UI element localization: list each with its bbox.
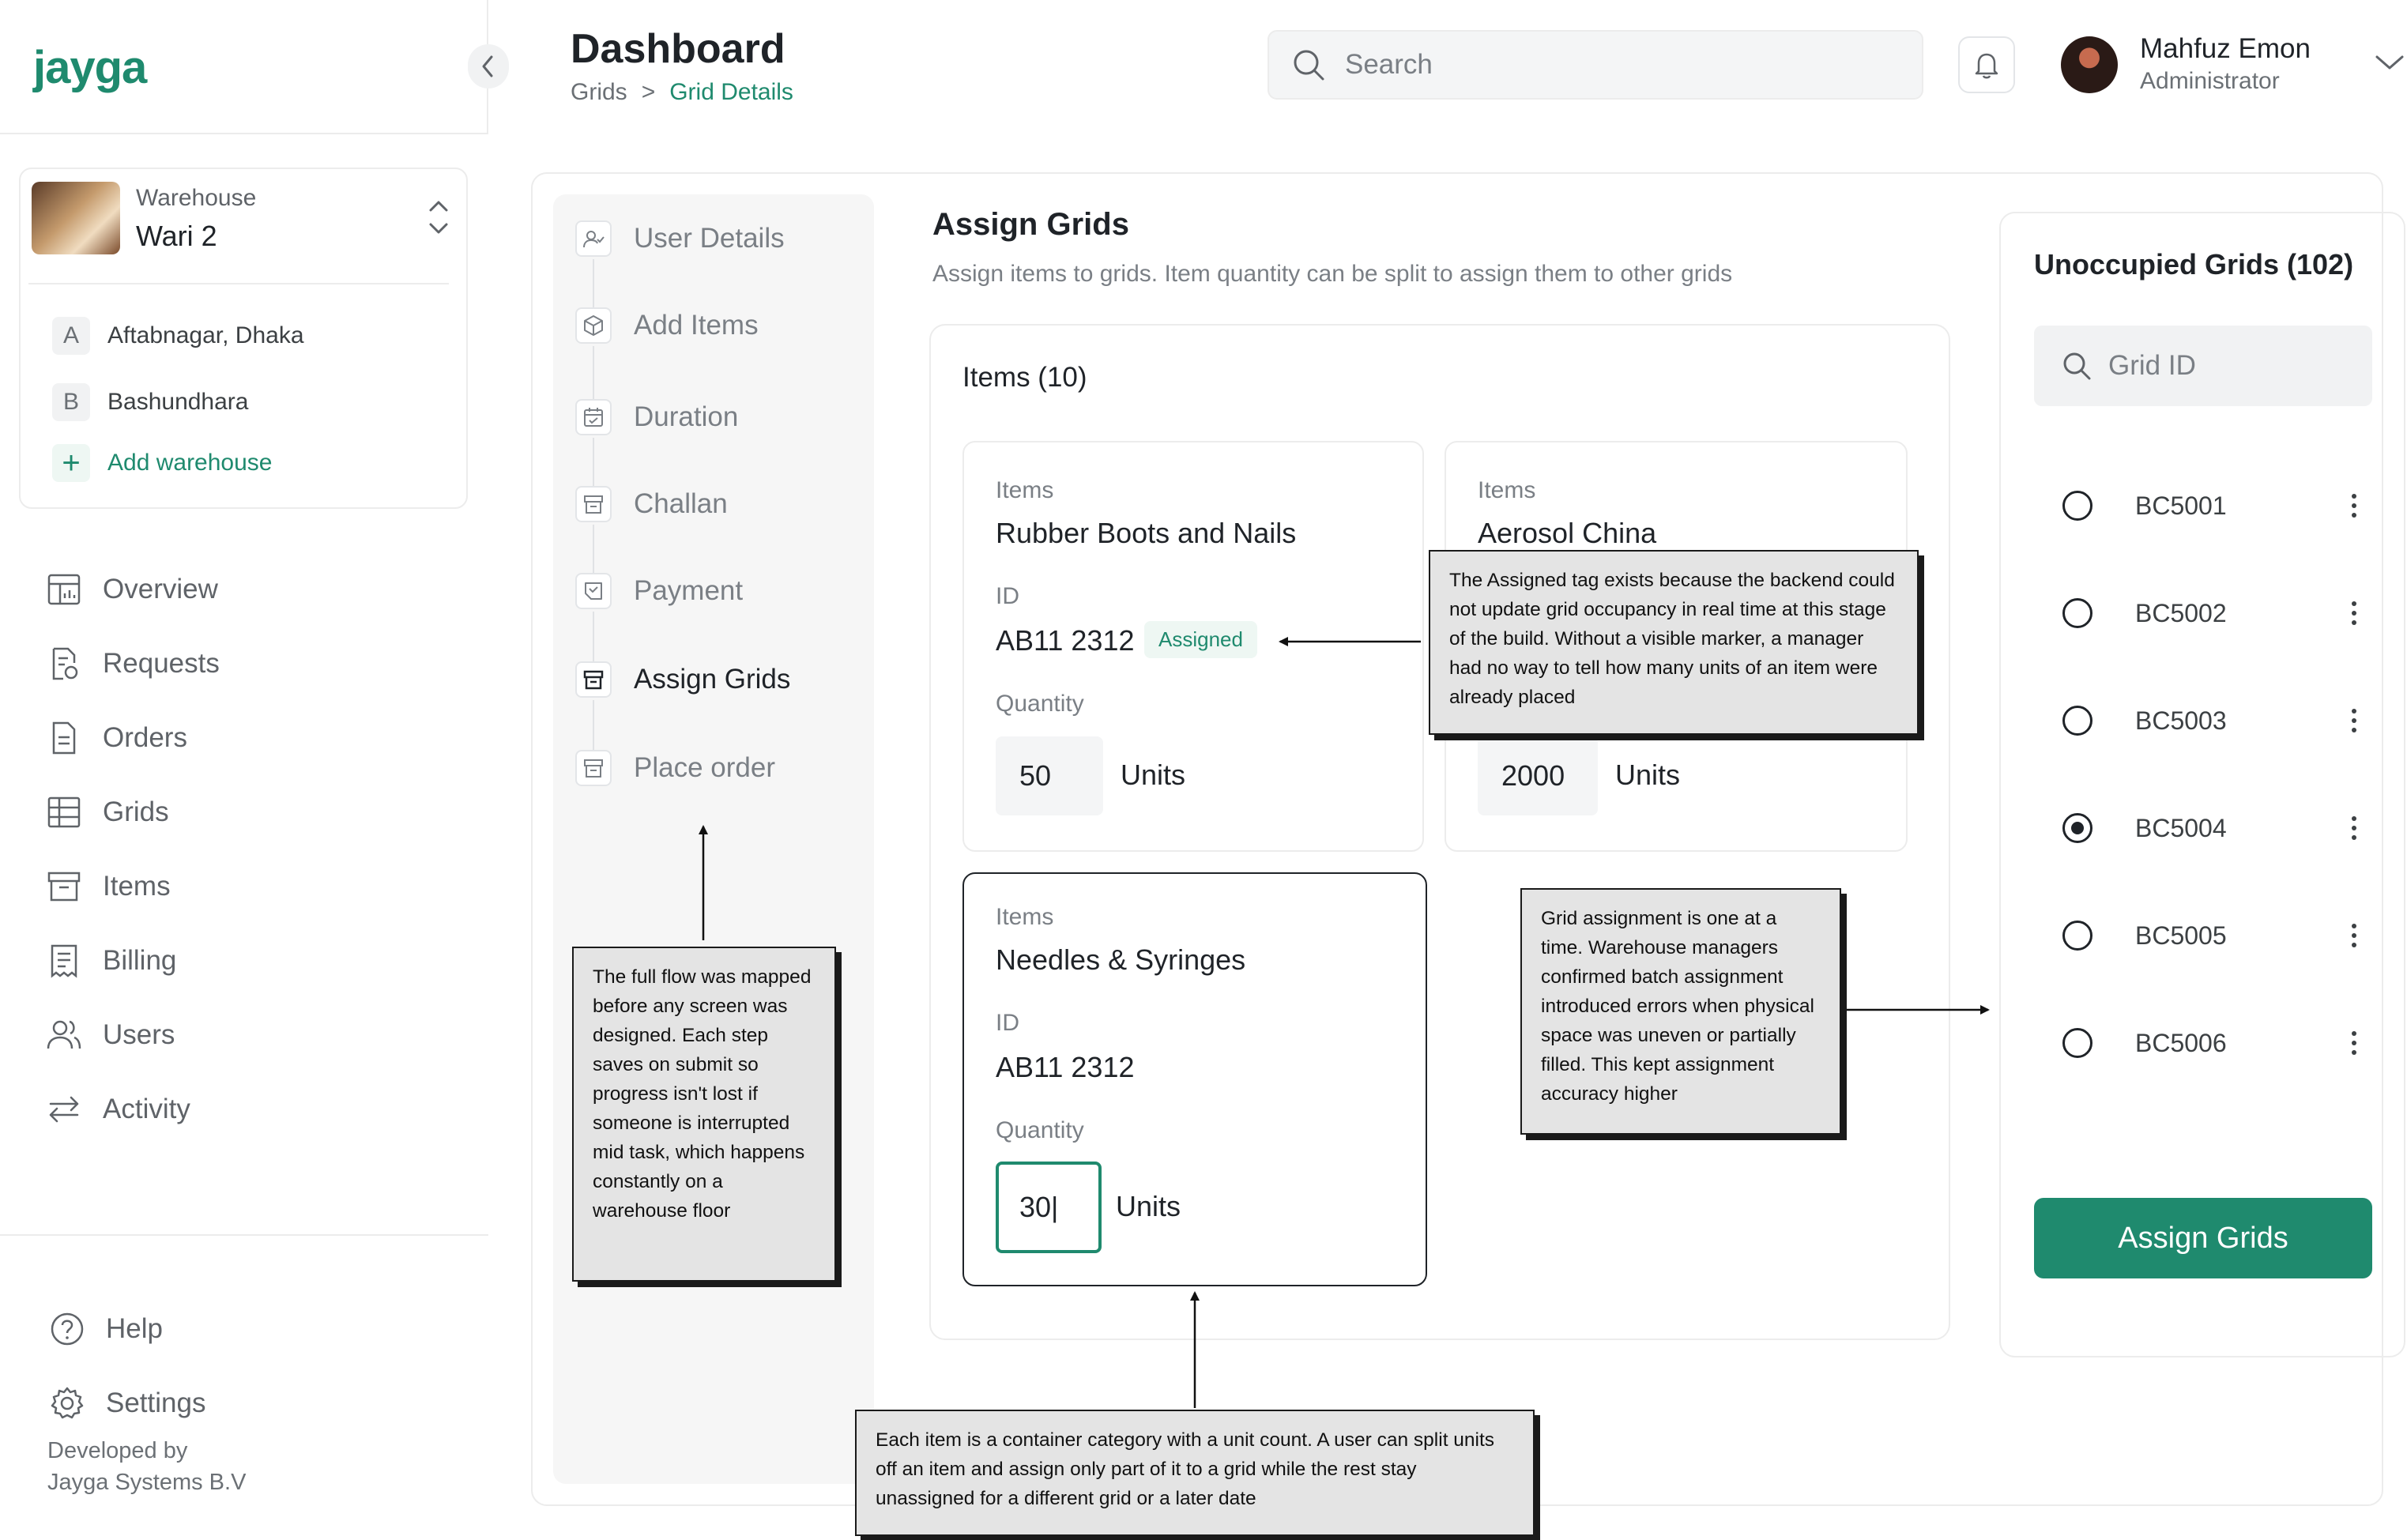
annotation-item-split: Each item is a container category with a… (855, 1410, 1535, 1536)
annotation-grid-assignment: Grid assignment is one at a time. Wareho… (1520, 888, 1841, 1135)
annotation-arrows (699, 637, 1990, 1408)
annotation-flow: The full flow was mapped before any scre… (572, 947, 836, 1282)
annotation-assigned-tag: The Assigned tag exists because the back… (1429, 550, 1919, 735)
